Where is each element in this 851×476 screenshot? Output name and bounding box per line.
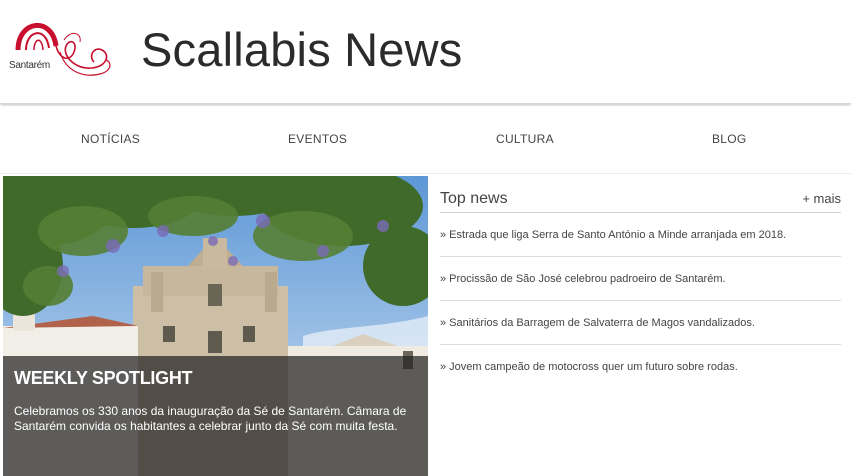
news-item[interactable]: » Estrada que liga Serra de Santo Antóni… (440, 213, 841, 257)
news-item-label: » Jovem campeão de motocross quer um fut… (440, 361, 738, 373)
santarem-logo-icon (15, 23, 111, 76)
site-title[interactable]: Scallabis News (141, 22, 462, 77)
news-item-label: » Sanitários da Barragem de Salvaterra d… (440, 317, 755, 329)
news-item[interactable]: » Sanitários da Barragem de Salvaterra d… (440, 301, 841, 345)
nav-item-noticias[interactable]: NOTÍCIAS (81, 132, 140, 146)
site-header: Santarém Scallabis News (0, 0, 851, 104)
news-item[interactable]: » Procissão de São José celebrou padroei… (440, 257, 841, 301)
news-item[interactable]: » Jovem campeão de motocross quer um fut… (440, 345, 841, 389)
santarem-logo[interactable]: Santarém (4, 10, 114, 82)
logo-text: Santarém (9, 60, 50, 71)
nav-item-blog[interactable]: BLOG (712, 132, 747, 146)
more-link[interactable]: + mais (802, 191, 841, 206)
news-item-label: » Procissão de São José celebrou padroei… (440, 273, 726, 285)
top-news-title: Top news (440, 190, 508, 207)
spotlight-heading: WEEKLY SPOTLIGHT (14, 368, 193, 388)
spotlight-text: Celebramos os 330 anos da inauguração da… (14, 404, 407, 433)
nav-item-eventos[interactable]: EVENTOS (288, 132, 347, 146)
weekly-spotlight[interactable]: WEEKLY SPOTLIGHT Celebramos os 330 anos … (3, 176, 428, 476)
news-item-label: » Estrada que liga Serra de Santo Antóni… (440, 229, 787, 241)
main-nav: NOTÍCIAS EVENTOS CULTURA BLOG (0, 106, 851, 174)
nav-item-cultura[interactable]: CULTURA (496, 132, 554, 146)
spotlight-overlay: WEEKLY SPOTLIGHT Celebramos os 330 anos … (3, 356, 428, 476)
